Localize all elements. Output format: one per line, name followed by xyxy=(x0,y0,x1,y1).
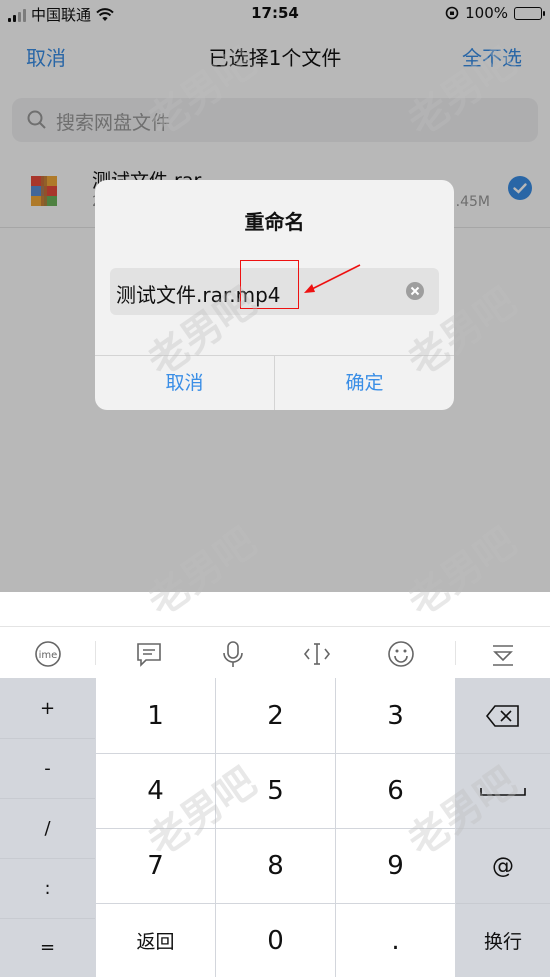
key-slash[interactable]: / xyxy=(0,798,95,858)
dialog-confirm-button[interactable]: 确定 xyxy=(274,356,454,410)
key-plus[interactable]: + xyxy=(0,678,95,738)
back-key[interactable]: 返回 xyxy=(96,904,215,977)
key-2[interactable]: 2 xyxy=(216,678,335,753)
ime-icon[interactable]: ime xyxy=(33,639,63,669)
key-colon[interactable]: : xyxy=(0,858,95,918)
space-icon xyxy=(480,788,526,796)
message-icon[interactable] xyxy=(134,639,164,669)
dialog-title: 重命名 xyxy=(244,210,305,234)
key-at[interactable]: @ xyxy=(456,829,550,903)
key-6[interactable]: 6 xyxy=(336,754,455,828)
emoji-icon[interactable] xyxy=(386,639,416,669)
cursor-icon[interactable] xyxy=(302,639,332,669)
key-9[interactable]: 9 xyxy=(336,829,455,903)
numeric-keyboard: + - / : = 1 2 3 4 5 6 7 8 9 返回 0 . @ 换行 xyxy=(0,678,550,977)
keyboard-toolbar: ime xyxy=(0,626,550,678)
key-7[interactable]: 7 xyxy=(96,829,215,903)
key-3[interactable]: 3 xyxy=(336,678,455,753)
key-equals[interactable]: = xyxy=(0,918,95,977)
key-8[interactable]: 8 xyxy=(216,829,335,903)
dialog-buttons: 取消 确定 xyxy=(95,355,454,410)
microphone-icon[interactable] xyxy=(218,639,248,669)
space-key[interactable] xyxy=(456,754,550,828)
rename-value-base: 测试文件.rar xyxy=(116,283,230,307)
key-0[interactable]: 0 xyxy=(216,904,335,977)
key-dot[interactable]: . xyxy=(336,904,455,977)
hide-keyboard-icon[interactable] xyxy=(488,639,518,669)
key-minus[interactable]: - xyxy=(0,738,95,798)
backspace-key[interactable] xyxy=(456,678,550,753)
enter-key[interactable]: 换行 xyxy=(456,904,550,977)
rename-dialog: 重命名 测试文件.rar.mp4 取消 确定 xyxy=(95,180,454,410)
clear-icon[interactable] xyxy=(405,281,425,301)
svg-text:ime: ime xyxy=(39,650,58,661)
key-5[interactable]: 5 xyxy=(216,754,335,828)
annotation-arrow-icon xyxy=(304,264,361,293)
highlight-box xyxy=(240,260,299,309)
backspace-icon xyxy=(485,704,519,727)
key-1[interactable]: 1 xyxy=(96,678,215,753)
dialog-cancel-button[interactable]: 取消 xyxy=(95,356,274,410)
key-4[interactable]: 4 xyxy=(96,754,215,828)
